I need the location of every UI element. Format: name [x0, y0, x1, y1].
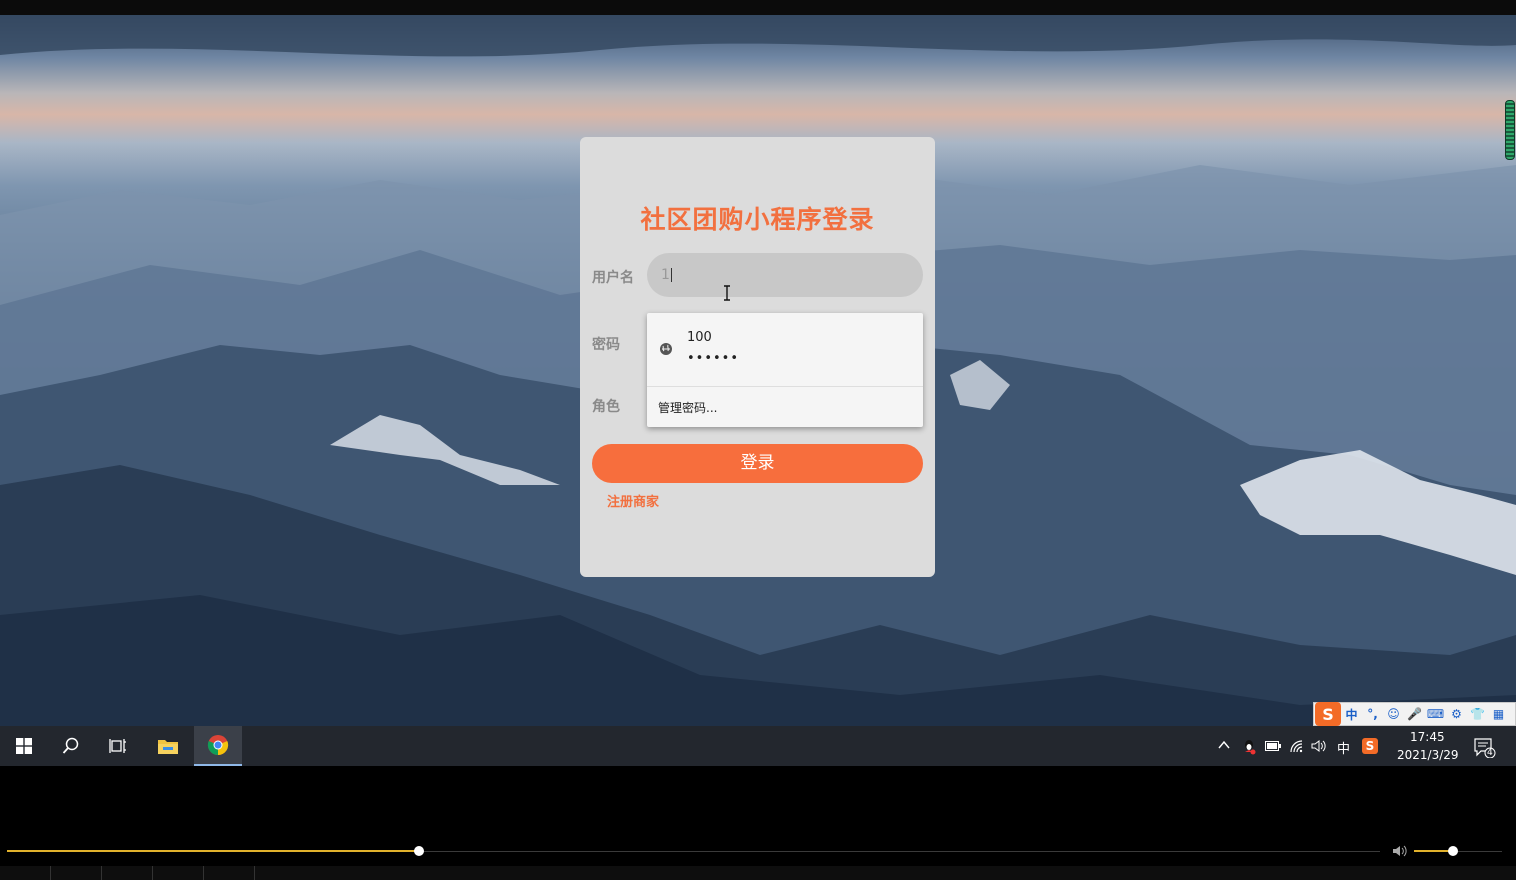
scroll-indicator[interactable]: [1505, 100, 1515, 160]
task-view-icon: [109, 739, 126, 753]
globe-icon: [660, 343, 672, 355]
ime-skin-icon[interactable]: 👕: [1467, 707, 1488, 721]
volume-icon[interactable]: [1392, 844, 1408, 858]
ibeam-cursor-icon: [724, 285, 730, 301]
player-segment[interactable]: [204, 866, 255, 880]
player-bottom-bar: [0, 866, 1516, 880]
ime-punctuation[interactable]: °,: [1362, 707, 1383, 721]
login-button[interactable]: 登录: [592, 444, 923, 483]
folder-icon: [158, 740, 178, 754]
password-autofill-dropdown: 100 •••••• 管理密码...: [647, 313, 923, 427]
username-label: 用户名: [592, 270, 634, 286]
text-caret: [670, 268, 672, 282]
chevron-up-icon[interactable]: [1218, 740, 1230, 750]
player-segment[interactable]: [0, 866, 51, 880]
register-merchant-link[interactable]: 注册商家: [607, 491, 659, 510]
search-button[interactable]: [47, 726, 95, 766]
wifi-icon[interactable]: [1289, 739, 1305, 753]
player-segment[interactable]: [102, 866, 153, 880]
notification-count-badge: 4: [1487, 748, 1493, 758]
saved-password-mask: ••••••: [687, 351, 740, 366]
search-icon: [62, 737, 79, 754]
top-bar: [0, 0, 1516, 15]
player-segment[interactable]: [51, 866, 102, 880]
saved-username: 100: [687, 330, 712, 345]
task-view-button[interactable]: [94, 726, 142, 766]
progress-fill: [7, 850, 419, 852]
ime-keyboard-icon[interactable]: ⌨: [1425, 707, 1446, 721]
login-title: 社区团购小程序登录: [640, 205, 875, 234]
file-explorer-button[interactable]: [144, 726, 192, 766]
progress-handle[interactable]: [414, 846, 424, 856]
chrome-taskbar-button[interactable]: [194, 726, 242, 766]
volume-handle[interactable]: [1448, 846, 1458, 856]
ime-chinese-mode[interactable]: 中: [1341, 706, 1362, 723]
username-value: 1: [661, 267, 670, 283]
clock-date[interactable]: 2021/3/29: [1397, 748, 1459, 762]
video-player-controls: [0, 766, 1516, 880]
clock-time[interactable]: 17:45: [1410, 730, 1445, 744]
windows-taskbar: 中 S 17:45 2021/3/29 4: [0, 726, 1516, 766]
tray-ime-indicator[interactable]: 中: [1337, 738, 1350, 757]
ime-tools-icon[interactable]: ⚙: [1446, 707, 1467, 721]
password-label: 密码: [592, 337, 620, 353]
role-label: 角色: [592, 399, 620, 415]
chrome-icon: [207, 735, 229, 756]
battery-icon[interactable]: [1265, 741, 1281, 751]
start-button[interactable]: [0, 726, 48, 766]
qq-icon[interactable]: [1242, 739, 1256, 755]
ime-emoji-icon[interactable]: ☺: [1383, 707, 1404, 721]
player-segment[interactable]: [153, 866, 204, 880]
speaker-icon[interactable]: [1311, 739, 1327, 753]
manage-passwords-link[interactable]: 管理密码...: [658, 399, 717, 416]
username-input[interactable]: 1: [647, 253, 923, 297]
sogou-tray-icon[interactable]: S: [1362, 738, 1378, 754]
ime-menu-icon[interactable]: ▦: [1488, 707, 1509, 721]
ime-toolbar: S 中 °, ☺ 🎤 ⌨ ⚙ 👕 ▦: [1313, 702, 1516, 726]
windows-logo-icon: [16, 738, 32, 754]
ime-voice-icon[interactable]: 🎤: [1404, 707, 1425, 721]
saved-credential-item[interactable]: 100 ••••••: [647, 313, 923, 387]
sogou-logo-icon[interactable]: S: [1315, 702, 1341, 726]
